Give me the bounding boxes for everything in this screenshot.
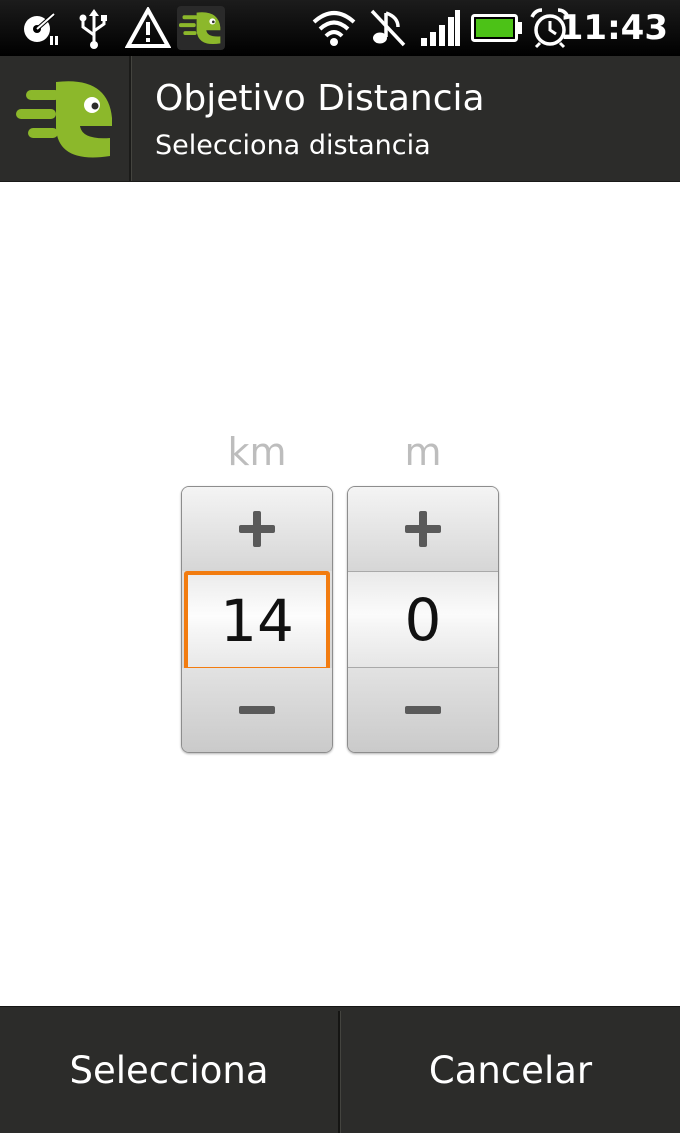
signal-icon bbox=[418, 6, 462, 50]
plus-icon bbox=[239, 511, 275, 547]
dialog-title: Objetivo Distancia bbox=[155, 78, 485, 119]
status-bar: 11:43 bbox=[0, 0, 680, 56]
km-label: km bbox=[227, 430, 287, 474]
km-value-input[interactable]: 14 bbox=[184, 571, 330, 671]
warning-icon bbox=[124, 6, 172, 50]
minus-icon bbox=[239, 706, 275, 714]
km-increment-button[interactable] bbox=[182, 487, 332, 571]
plus-icon bbox=[405, 511, 441, 547]
music-player-icon bbox=[18, 6, 62, 50]
m-number-picker: 0 bbox=[347, 486, 499, 753]
battery-icon bbox=[470, 6, 524, 50]
m-decrement-button[interactable] bbox=[348, 668, 498, 752]
screen: 11:43 Objetivo Distancia Selecciona dist… bbox=[0, 0, 680, 1133]
minus-icon bbox=[405, 706, 441, 714]
status-time: 11:43 bbox=[559, 8, 668, 48]
m-value-input[interactable]: 0 bbox=[348, 571, 498, 668]
endomondo-logo-icon bbox=[16, 76, 116, 162]
wifi-icon bbox=[310, 6, 358, 50]
sound-muted-icon bbox=[366, 6, 410, 50]
title-divider bbox=[129, 56, 132, 181]
m-increment-button[interactable] bbox=[348, 487, 498, 571]
dialog-subtitle: Selecciona distancia bbox=[155, 130, 431, 161]
usb-icon bbox=[72, 6, 116, 50]
km-number-picker: 14 bbox=[181, 486, 333, 753]
cancel-button[interactable]: Cancelar bbox=[341, 1007, 680, 1133]
m-label: m bbox=[404, 430, 442, 474]
km-decrement-button[interactable] bbox=[182, 668, 332, 752]
dialog-button-bar: Selecciona Cancelar bbox=[0, 1006, 680, 1133]
dialog-title-bar: Objetivo Distancia Selecciona distancia bbox=[0, 56, 680, 182]
select-button[interactable]: Selecciona bbox=[0, 1007, 338, 1133]
endomondo-app-icon bbox=[177, 6, 225, 50]
